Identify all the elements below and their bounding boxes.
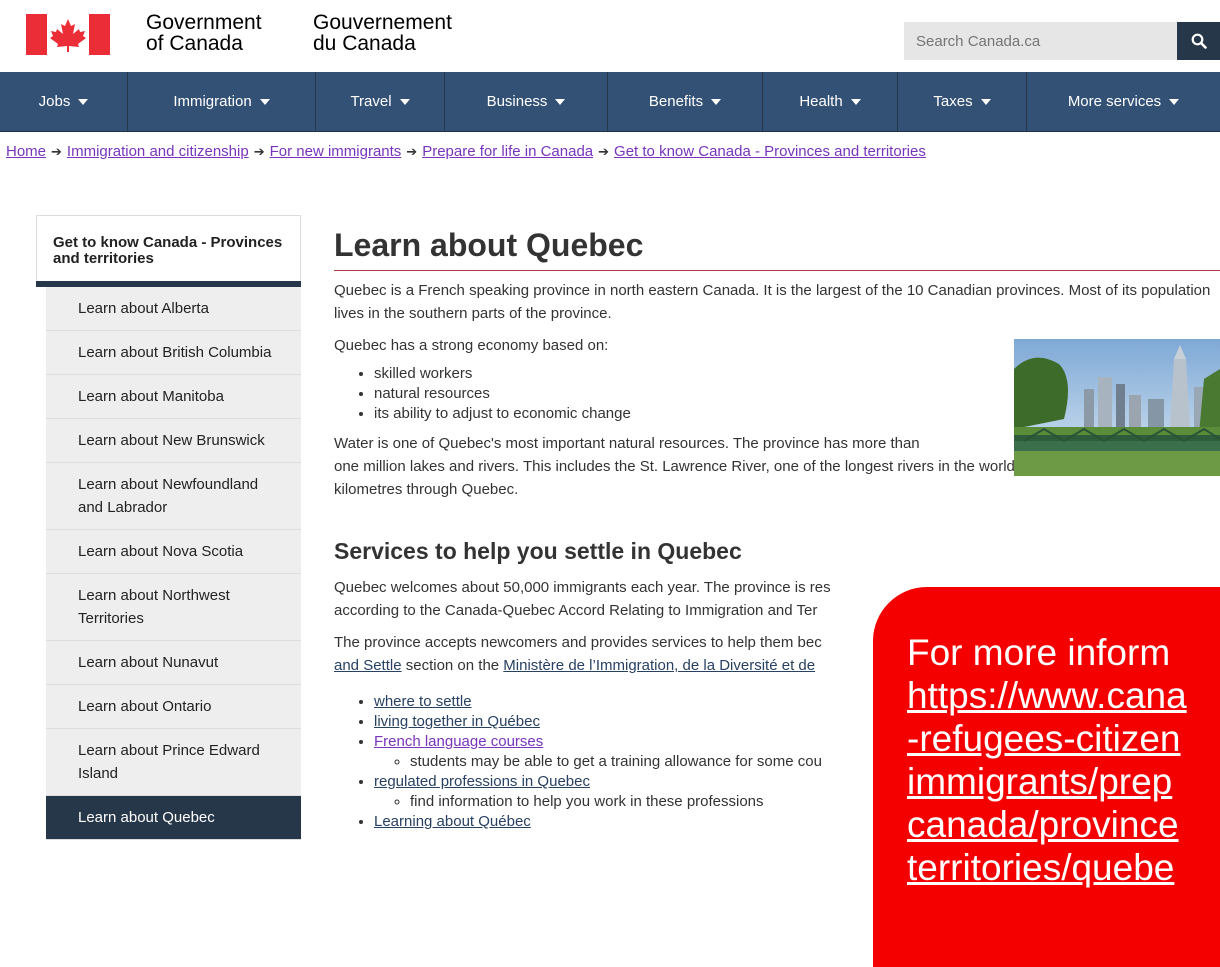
search-input[interactable] [904,22,1177,60]
breadcrumb-new-immigrants[interactable]: For new immigrants [270,143,402,160]
callout-url-line[interactable]: https://www.cana [907,674,1220,717]
chevron-down-icon [399,98,410,105]
chevron-down-icon [555,98,566,105]
where-to-settle-link[interactable]: where to settle [374,693,472,710]
menu-benefits[interactable]: Benefits [607,72,762,131]
french-courses-link[interactable]: French language courses [374,733,543,750]
sidebar-item-pei[interactable]: Learn about Prince Edward Island [46,729,301,796]
gov-en-line2: of Canada [146,32,243,55]
living-together-link[interactable]: living together in Québec [374,713,540,730]
search-icon [1191,33,1207,49]
menu-label: Taxes [933,93,973,110]
gov-fr-line2: du Canada [313,32,416,55]
menu-jobs[interactable]: Jobs [0,72,127,131]
arrow-right-icon: ➔ [406,144,418,159]
montreal-skyline-image [1014,339,1220,476]
sidebar-item-british-columbia[interactable]: Learn about British Columbia [46,331,301,375]
callout-url-line[interactable]: immigrants/prep [907,760,1220,803]
menu-label: Health [799,93,843,110]
arrow-right-icon: ➔ [51,144,62,159]
chevron-down-icon [78,98,89,105]
menu-more-services[interactable]: More services [1026,72,1220,131]
sidebar-item-alberta[interactable]: Learn about Alberta [46,287,301,331]
menu-health[interactable]: Health [762,72,897,131]
callout-heading: For more inform [907,632,1171,673]
menu-immigration[interactable]: Immigration [127,72,315,131]
chevron-down-icon [711,98,722,105]
regulated-professions-link[interactable]: regulated professions in Quebec [374,773,590,790]
callout-url-line[interactable]: canada/province [907,803,1220,846]
services-paragraph2-text: section on the [401,657,504,674]
menu-business[interactable]: Business [444,72,607,131]
canada-flag-logo[interactable] [26,14,110,55]
breadcrumb: Home ➔ Immigration and citizenship ➔ For new… [6,143,926,160]
callout-url-line[interactable]: territories/quebe [907,846,1220,889]
sidebar-item-new-brunswick[interactable]: Learn about New Brunswick [46,419,301,463]
section-heading-services: Services to help you settle in Quebec [334,538,742,564]
menu-travel[interactable]: Travel [315,72,444,131]
menu-label: Immigration [173,93,252,110]
sidebar-item-nunavut[interactable]: Learn about Nunavut [46,641,301,685]
breadcrumb-provinces[interactable]: Get to know Canada - Provinces and terri… [614,143,926,160]
chevron-down-icon [850,98,861,105]
chevron-down-icon [1169,98,1180,105]
montreal-skyline-illustration [1014,339,1220,476]
section-menu: Get to know Canada - Provinces and terri… [36,215,301,840]
sidebar-item-ontario[interactable]: Learn about Ontario [46,685,301,729]
chevron-down-icon [259,98,270,105]
sidebar-item-manitoba[interactable]: Learn about Manitoba [46,375,301,419]
page-title: Learn about Quebec [334,225,1220,271]
government-of-canada-wordmark[interactable]: Government of Canada [146,12,262,54]
more-information-callout: For more inform https://www.cana -refuge… [873,587,1220,967]
sidebar-item-nova-scotia[interactable]: Learn about Nova Scotia [46,530,301,574]
menu-label: Travel [350,93,392,110]
callout-url-line[interactable]: -refugees-citizen [907,717,1220,760]
menu-taxes[interactable]: Taxes [897,72,1026,131]
breadcrumb-home[interactable]: Home [6,143,46,160]
sidebar-item-northwest-territories[interactable]: Learn about Northwest Territories [46,574,301,641]
menu-label: Jobs [38,93,71,110]
gov-en-line1: Government [146,11,262,34]
arrow-right-icon: ➔ [598,144,610,159]
sidebar-item-newfoundland[interactable]: Learn about Newfoundland and Labrador [46,463,301,530]
chevron-down-icon [980,98,991,105]
breadcrumb-immigration[interactable]: Immigration and citizenship [67,143,249,160]
ministere-link[interactable]: Ministère de l’Immigration, de la Divers… [503,657,815,674]
intro-paragraph: Quebec is a French speaking province in … [334,282,1211,322]
learning-about-quebec-link[interactable]: Learning about Québec [374,813,531,830]
breadcrumb-prepare-life[interactable]: Prepare for life in Canada [422,143,593,160]
section-menu-title[interactable]: Get to know Canada - Provinces and terri… [36,215,301,281]
search-button[interactable] [1177,22,1220,60]
gouvernement-du-canada-wordmark[interactable]: Gouvernement du Canada [313,12,452,54]
immigrate-settle-link[interactable]: and Settle [334,657,402,674]
sidebar-item-quebec[interactable]: Learn about Quebec [46,796,301,840]
menu-label: More services [1067,93,1162,110]
site-header: Government of Canada Gouvernement du Can… [0,0,1220,72]
gov-fr-line1: Gouvernement [313,11,452,34]
menu-label: Business [486,93,548,110]
menu-label: Benefits [648,93,704,110]
arrow-right-icon: ➔ [253,144,265,159]
main-menu: Jobs Immigration Travel Business Benefit… [0,72,1220,132]
